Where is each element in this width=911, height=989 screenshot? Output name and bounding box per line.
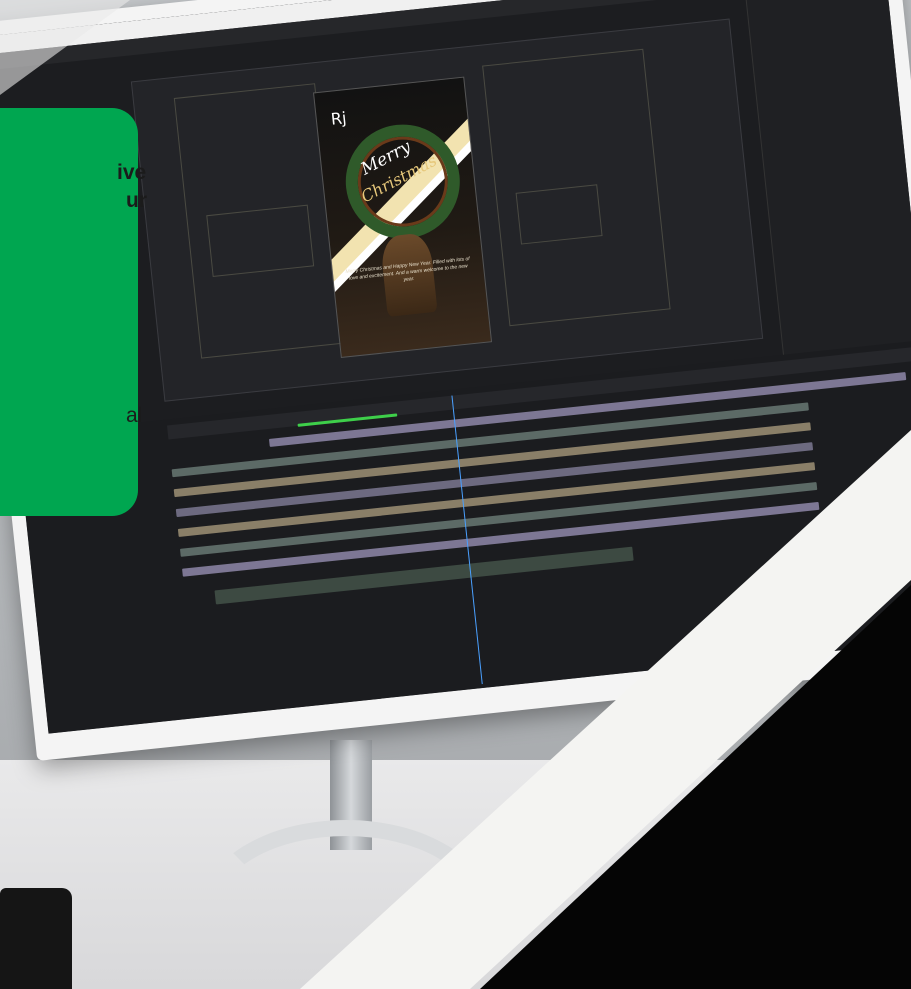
promo-line-1: ive: [117, 161, 147, 184]
promo-line-2: ur: [126, 189, 147, 212]
promo-line-3: al: [126, 404, 143, 427]
promo-card: ive ur al: [0, 108, 147, 516]
photo-scene: – ◻ ✕ Rj Merry Christmas Merry Christmas…: [0, 0, 911, 989]
white-corner-band: [0, 0, 130, 95]
